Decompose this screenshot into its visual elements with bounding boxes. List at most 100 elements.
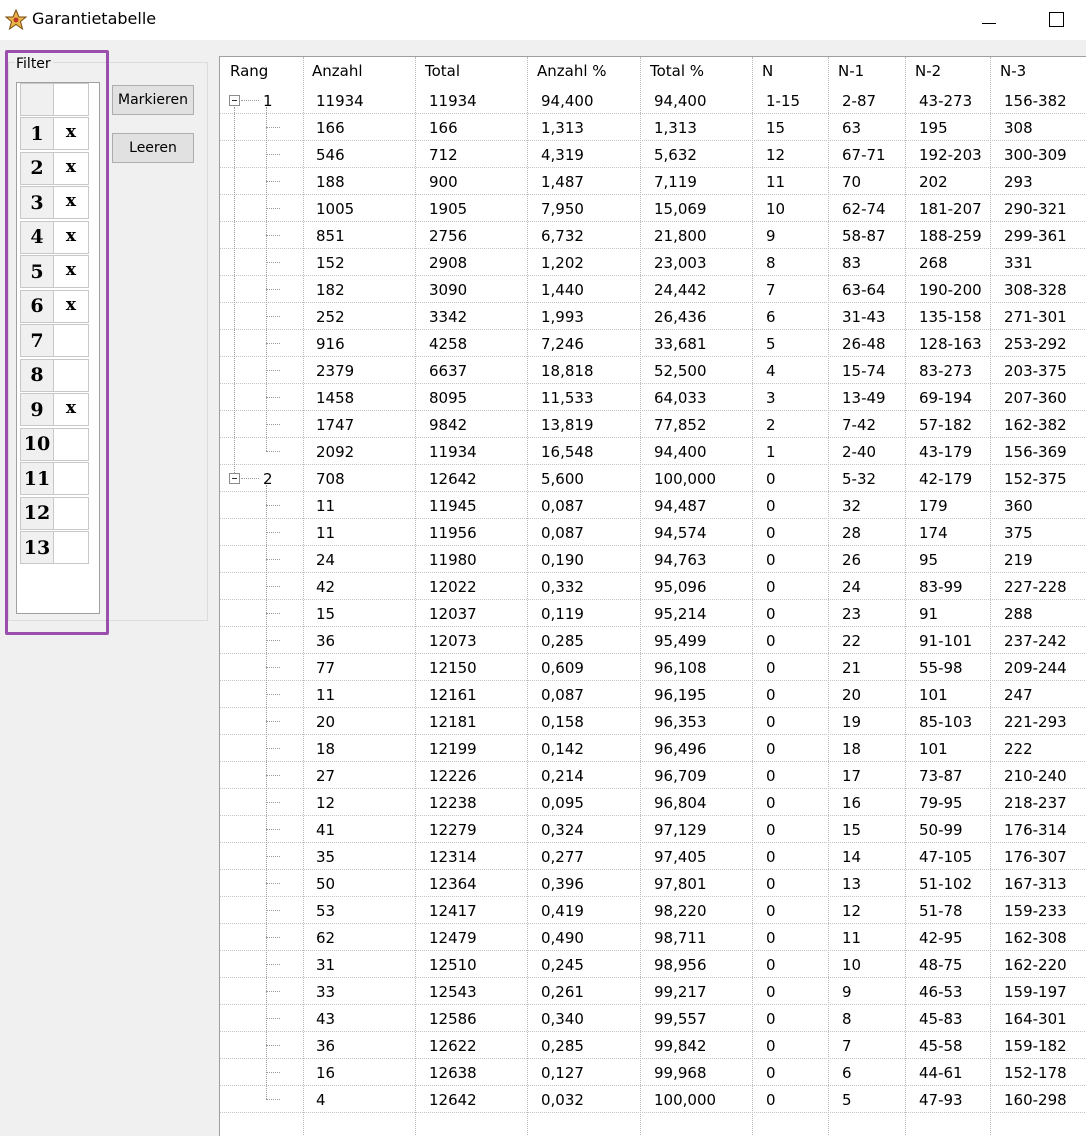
table-cell: 95 (919, 551, 939, 569)
table-cell: 293 (1004, 173, 1033, 191)
table-cell: 101 (919, 686, 948, 704)
table-cell: 162-308 (1004, 929, 1067, 947)
table-row[interactable]: 31 12510 0,245 98,956 0 10 48-75 162-220 (220, 951, 1086, 978)
table-row[interactable]: 2092 11934 16,548 94,400 1 2-40 43-179 156-369 (220, 438, 1086, 465)
collapse-icon[interactable] (229, 473, 240, 484)
column-header[interactable]: Anzahl % (537, 57, 607, 84)
table-row[interactable]: 1747 9842 13,819 77,852 2 7-42 57-182 162-382 (220, 411, 1086, 438)
table-cell: 222 (1004, 740, 1033, 758)
table-row[interactable]: 188 900 1,487 7,119 11 70 202 293 (220, 168, 1086, 195)
column-header[interactable]: Total (425, 57, 460, 84)
table-cell: 12279 (429, 821, 477, 839)
column-header[interactable]: N (762, 57, 773, 84)
table-cell: 91 (919, 605, 939, 623)
table-cell: 36 (316, 1037, 336, 1055)
table-cell: 174 (919, 524, 948, 542)
table-row[interactable]: 42 12022 0,332 95,096 0 24 83-99 227-228 (220, 573, 1086, 600)
collapse-icon[interactable] (229, 95, 240, 106)
table-row[interactable]: 41 12279 0,324 97,129 0 15 50-99 176-314 (220, 816, 1086, 843)
table-row[interactable]: 35 12314 0,277 97,405 0 14 47-105 176-307 (220, 843, 1086, 870)
table-cell: 0 (766, 551, 776, 569)
clear-button[interactable]: Leeren (112, 133, 194, 163)
table-row[interactable]: 252 3342 1,993 26,436 6 31-43 135-158 271-301 (220, 303, 1086, 330)
table-group-row[interactable]: 2 708 12642 5,600 100,000 0 5-32 42-179 152-375 (220, 465, 1086, 492)
table-row[interactable]: 916 4258 7,246 33,681 5 26-48 128-163 253-292 (220, 330, 1086, 357)
table-cell: 26 (842, 551, 862, 569)
tree-connector (266, 370, 280, 372)
table-cell: 1,202 (541, 254, 584, 272)
table-row[interactable]: 2379 6637 18,818 52,500 4 15-74 83-273 203-375 (220, 357, 1086, 384)
table-row[interactable]: 33 12543 0,261 99,217 0 9 46-53 159-197 (220, 978, 1086, 1005)
table-cell: 135-158 (919, 308, 982, 326)
table-row[interactable]: 11 11956 0,087 94,574 0 28 174 375 (220, 519, 1086, 546)
table-cell: 62 (316, 929, 336, 947)
table-row[interactable]: 182 3090 1,440 24,442 7 63-64 190-200 308-328 (220, 276, 1086, 303)
table-row[interactable]: 851 2756 6,732 21,800 9 58-87 188-259 299-361 (220, 222, 1086, 249)
column-header[interactable]: Rang (230, 57, 268, 84)
table-row[interactable]: 12 12238 0,095 96,804 0 16 79-95 218-237 (220, 789, 1086, 816)
mark-button[interactable]: Markieren (112, 85, 194, 115)
table-cell: 12479 (429, 929, 477, 947)
table-cell: 271-301 (1004, 308, 1067, 326)
table-group-row[interactable]: 1 11934 11934 94,400 94,400 1-15 2-87 43-273 156… (220, 87, 1086, 114)
table-cell: 12586 (429, 1010, 477, 1028)
table-row[interactable]: 43 12586 0,340 99,557 0 8 45-83 164-301 (220, 1005, 1086, 1032)
maximize-button[interactable] (1036, 4, 1080, 36)
table-row[interactable]: 53 12417 0,419 98,220 0 12 51-78 159-233 (220, 897, 1086, 924)
table-row[interactable]: 36 12073 0,285 95,499 0 22 91-101 237-242 (220, 627, 1086, 654)
table-row[interactable]: 50 12364 0,396 97,801 0 13 51-102 167-313 (220, 870, 1086, 897)
table-cell: 28 (842, 524, 862, 542)
table-cell: 0 (766, 713, 776, 731)
guarantee-table[interactable]: Rang Anzahl Total Anzahl % Total % N N-1 N-2 N-3… (219, 56, 1086, 1136)
table-cell: 7 (766, 281, 776, 299)
table-cell: 12314 (429, 848, 477, 866)
table-cell: 97,129 (654, 821, 707, 839)
table-row[interactable]: 1458 8095 11,533 64,033 3 13-49 69-194 207-360 (220, 384, 1086, 411)
column-header[interactable]: N-1 (838, 57, 864, 84)
table-row[interactable]: 18 12199 0,142 96,496 0 18 101 222 (220, 735, 1086, 762)
tree-connector (266, 289, 280, 291)
table-cell: 26,436 (654, 308, 707, 326)
table-cell: 3090 (429, 281, 468, 299)
table-row[interactable]: 15 12037 0,119 95,214 0 23 91 288 (220, 600, 1086, 627)
tree-connector (266, 694, 280, 696)
table-cell: 47-105 (919, 848, 973, 866)
table-cell: 12161 (429, 686, 477, 704)
table-row[interactable]: 27 12226 0,214 96,709 0 17 73-87 210-240 (220, 762, 1086, 789)
tree-connector (266, 451, 280, 453)
table-cell: 12642 (429, 470, 477, 488)
column-header[interactable]: N-2 (915, 57, 941, 84)
table-row[interactable]: 11 11945 0,087 94,487 0 32 179 360 (220, 492, 1086, 519)
table-row[interactable]: 546 712 4,319 5,632 12 67-71 192-203 300-309 (220, 141, 1086, 168)
table-cell: 164-301 (1004, 1010, 1067, 1028)
table-cell: 13 (842, 875, 862, 893)
table-row[interactable]: 20 12181 0,158 96,353 0 19 85-103 221-293 (220, 708, 1086, 735)
table-row[interactable]: 16 12638 0,127 99,968 0 6 44-61 152-178 (220, 1059, 1086, 1086)
table-row[interactable]: 11 12161 0,087 96,195 0 20 101 247 (220, 681, 1086, 708)
table-cell: 190-200 (919, 281, 982, 299)
table-cell: 11956 (429, 524, 477, 542)
table-row[interactable]: 24 11980 0,190 94,763 0 26 95 219 (220, 546, 1086, 573)
column-header[interactable]: Anzahl (312, 57, 363, 84)
table-row[interactable]: 166 166 1,313 1,313 15 63 195 308 (220, 114, 1086, 141)
table-cell: 5-32 (842, 470, 877, 488)
table-cell: 0,087 (541, 497, 584, 515)
table-row[interactable]: 1005 1905 7,950 15,069 10 62-74 181-207 290-321 (220, 195, 1086, 222)
table-cell: 1,313 (654, 119, 697, 137)
tree-connector (266, 910, 280, 912)
table-row[interactable]: 36 12622 0,285 99,842 0 7 45-58 159-182 (220, 1032, 1086, 1059)
column-header[interactable]: N-3 (1000, 57, 1026, 84)
table-cell: 12417 (429, 902, 477, 920)
table-row[interactable]: 4 12642 0,032 100,000 0 5 47-93 160-298 (220, 1086, 1086, 1113)
table-cell: 79-95 (919, 794, 963, 812)
table-row[interactable]: 62 12479 0,490 98,711 0 11 42-95 162-308 (220, 924, 1086, 951)
tree-connector (266, 964, 280, 966)
table-row[interactable]: 77 12150 0,609 96,108 0 21 55-98 209-244 (220, 654, 1086, 681)
table-cell: 45-83 (919, 1010, 963, 1028)
minimize-button[interactable] (968, 4, 1012, 36)
table-row[interactable]: 152 2908 1,202 23,003 8 83 268 331 (220, 249, 1086, 276)
table-cell: 24,442 (654, 281, 707, 299)
table-cell: 35 (316, 848, 336, 866)
table-cell: 94,400 (541, 92, 594, 110)
column-header[interactable]: Total % (650, 57, 704, 84)
